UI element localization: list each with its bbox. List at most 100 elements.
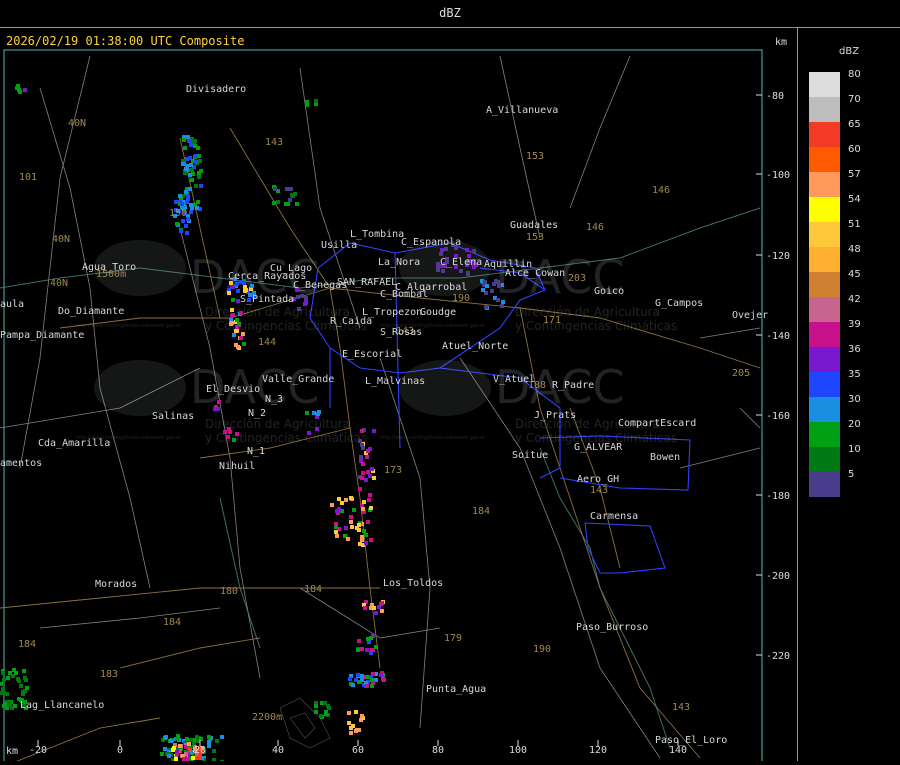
x-tick-label: 0 (117, 745, 123, 756)
legend-value: 60 (848, 144, 861, 155)
place-label: C_Espanola (401, 237, 461, 248)
road-number: 40N (52, 234, 70, 245)
legend-swatch (809, 122, 840, 147)
place-label: Ovejer (732, 310, 768, 321)
timestamp-label: 2026/02/19 01:38:00 UTC Composite (6, 34, 244, 48)
y-tick-label: -220 (766, 651, 790, 662)
x-tick-label: 100 (509, 745, 527, 756)
y-tick-label: -120 (766, 251, 790, 262)
legend-value: 45 (848, 269, 861, 280)
place-label: Cda_Amarilla (38, 438, 110, 449)
place-label: Aero_GH (577, 474, 619, 485)
legend-value: 42 (848, 294, 861, 305)
legend-value: 10 (848, 444, 861, 455)
road-number: 203 (568, 273, 586, 284)
place-label: Salinas (152, 411, 194, 422)
legend-swatch (809, 172, 840, 197)
place-label: Guadales (510, 220, 558, 231)
legend-value: 36 (848, 344, 861, 355)
place-label: Carmensa (590, 511, 638, 522)
legend-swatch (809, 272, 840, 297)
legend-value: 57 (848, 169, 861, 180)
place-label: Valle_Grande (262, 374, 334, 385)
radar-map-panel[interactable]: DACC Dirección de Agricultura y Continge… (0, 28, 798, 761)
legend-value: 35 (848, 369, 861, 380)
road-number: 101 (19, 172, 37, 183)
svg-text:Dirección de Agricultura: Dirección de Agricultura (515, 305, 660, 319)
place-label: E_Escorial (342, 349, 402, 360)
place-label: Nihuil (219, 461, 255, 472)
place-label: Goudge (420, 307, 456, 318)
legend-value: 70 (848, 94, 861, 105)
place-label: SAN_RAFAEL (337, 277, 397, 288)
x-tick-label: 120 (589, 745, 607, 756)
road-number: 184 (18, 639, 36, 650)
place-label: Goico (594, 286, 624, 297)
place-label: aula (0, 299, 24, 310)
place-label: C_Bombal (380, 289, 428, 300)
place-label: Pampa_Diamante (0, 330, 84, 341)
legend-swatch (809, 147, 840, 172)
y-unit-label: km (775, 37, 787, 48)
legend-value: 80 (848, 69, 861, 80)
place-label: L_Tombina (350, 229, 404, 240)
y-tick-label: -100 (766, 170, 790, 181)
x-tick-label: -20 (29, 745, 47, 756)
x-tick-label: 20 (194, 745, 206, 756)
place-label: El_Desvio (206, 384, 260, 395)
legend-swatch (809, 72, 840, 97)
place-label: Paso_Burroso (576, 622, 648, 633)
place-label: G_ALVEAR (574, 442, 623, 453)
place-label: Paso_El_Loro (655, 735, 727, 746)
y-tick-label: -80 (766, 91, 784, 102)
legend-value: 30 (848, 394, 861, 405)
road-number: 179 (444, 633, 462, 644)
road-number: 173 (384, 465, 402, 476)
legend-value: 48 (848, 244, 861, 255)
place-label: Bowen (650, 452, 680, 463)
place-label: Atuel_Norte (442, 341, 508, 352)
place-label: N_2 (248, 408, 266, 419)
legend-unit: dBZ (839, 46, 859, 57)
road-number: 190 (452, 293, 470, 304)
road-number: 153 (526, 151, 544, 162)
svg-text:http://www.contingencias.mendo: http://www.contingencias.mendoza.gov.ar (380, 435, 486, 441)
x-tick-label: 80 (432, 745, 444, 756)
legend-swatch (809, 322, 840, 347)
place-label: Agua_Toro (82, 262, 136, 273)
y-tick-label: -200 (766, 571, 790, 582)
place-label: C_Elena (440, 257, 482, 268)
legend-swatch (809, 247, 840, 272)
road-number: 180 (220, 586, 238, 597)
road-number: 146 (652, 185, 670, 196)
svg-text:http://www.contingencias.mendo: http://www.contingencias.mendoza.gov.ar (76, 323, 182, 329)
y-tick-label: -180 (766, 491, 790, 502)
legend-swatch (809, 97, 840, 122)
legend-value: 39 (848, 319, 861, 330)
x-unit-label: km (6, 746, 18, 757)
road-number: 2200m (252, 712, 282, 723)
place-label: A_Villanueva (486, 105, 558, 116)
place-label: Soitue (512, 450, 548, 461)
place-label: V_Atuel (493, 374, 535, 385)
road-number: 171 (543, 315, 561, 326)
place-label: J_Prats (534, 410, 576, 421)
place-label: amentos (0, 458, 42, 469)
place-label: R_Caida (330, 316, 372, 327)
place-label: S_Pintada (240, 294, 294, 305)
road-number: 184 (163, 617, 181, 628)
road-number: 183 (100, 669, 118, 680)
place-label: G_Campos (655, 298, 703, 309)
legend-swatch (809, 197, 840, 222)
place-label: N_3 (265, 394, 283, 405)
road-number: 184 (304, 584, 322, 595)
radar-map[interactable]: DACC Dirección de Agricultura y Continge… (0, 28, 798, 761)
place-label: CompartEscard (618, 418, 696, 429)
x-axis: -20 0 20 40 60 80 100 120 140 (29, 740, 687, 756)
legend-swatch (809, 472, 840, 497)
x-tick-label: 40 (272, 745, 284, 756)
place-label: Morados (95, 579, 137, 590)
title-bar: dBZ (0, 0, 900, 28)
legend-value: 54 (848, 194, 861, 205)
legend-swatch (809, 347, 840, 372)
